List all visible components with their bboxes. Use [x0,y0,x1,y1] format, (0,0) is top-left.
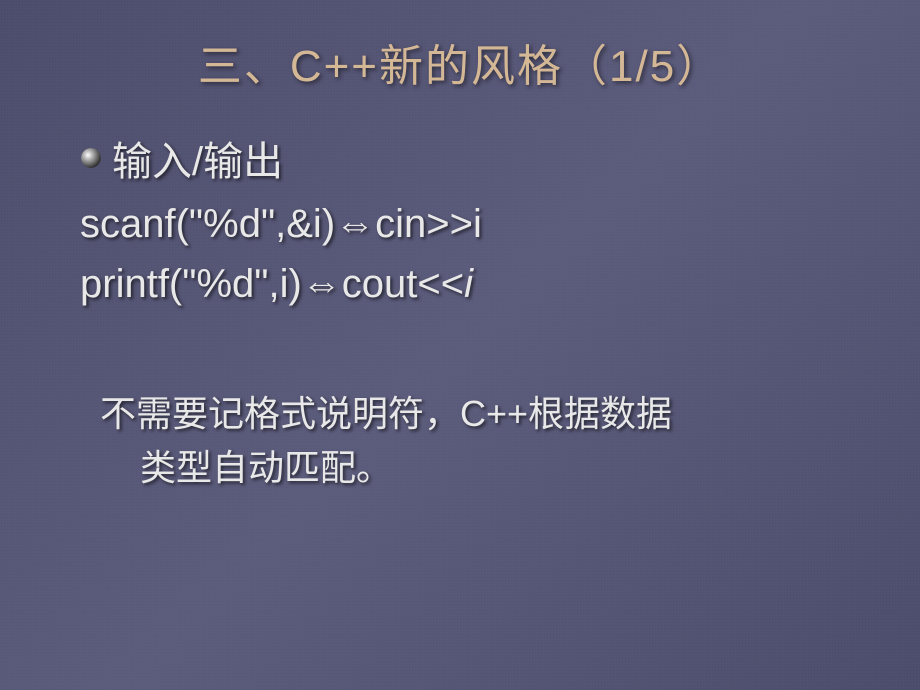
code-var-i: i [464,262,473,306]
code-line-1: scanf("%d",&i)⇔cin>>i [80,202,870,247]
code-printf: printf("%d",i) [80,262,302,306]
arrow-icon-1: ⇔ [335,202,375,246]
body-paragraph: 不需要记格式说明符，C++根据数据 类型自动匹配。 [100,387,840,495]
slide-title: 三、C++新的风格（1/5） [50,30,870,94]
code-cin: cin>>i [375,202,482,246]
bullet-label: 输入/输出 [112,129,283,187]
arrow-icon-2: ⇔ [302,262,342,306]
body-line-2: 类型自动匹配。 [140,441,840,495]
code-line-2: printf("%d",i)⇔cout<<i [80,262,870,307]
code-cout: cout<< [342,262,464,306]
code-scanf: scanf("%d",&i) [80,202,335,246]
bullet-icon [80,147,102,169]
bullet-item: 输入/输出 [80,129,870,187]
slide-container: 三、C++新的风格（1/5） 输入/输出 scanf("%d",&i)⇔cin>… [0,0,920,690]
body-line-1: 不需要记格式说明符，C++根据数据 [100,393,672,434]
